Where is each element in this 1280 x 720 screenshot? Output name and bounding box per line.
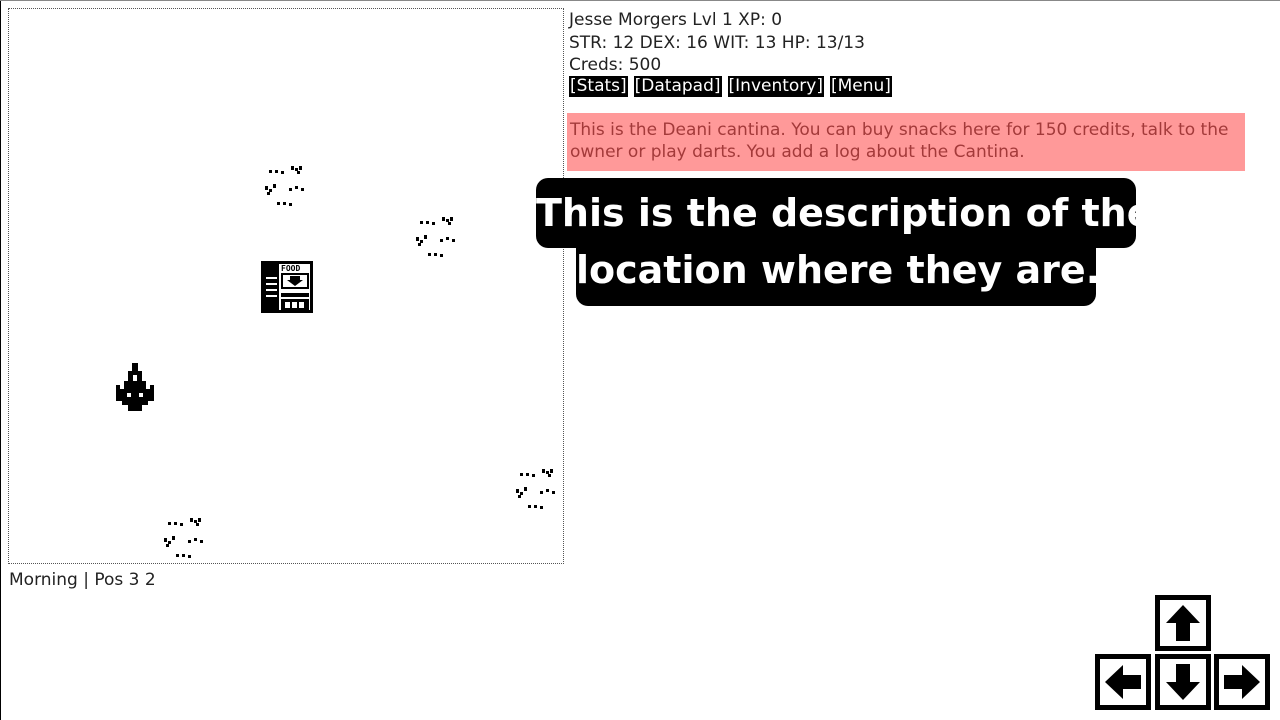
player-name-level: Jesse Morgers Lvl 1 XP: 0 [569,10,783,30]
player-attributes: STR: 12 DEX: 16 WIT: 13 HP: 13/13 [569,32,865,53]
inventory-button[interactable]: [Inventory] [727,76,824,97]
location-description: This is the Deani cantina. You can buy s… [567,113,1245,171]
move-up-button[interactable] [1155,595,1211,651]
window-top-border [0,0,1280,1]
arrow-right-icon [1224,665,1260,699]
tutorial-caption: This is the description of the location … [536,178,1152,306]
datapad-button[interactable]: [Datapad] [633,76,722,97]
stats-button[interactable]: [Stats] [569,76,628,97]
move-left-button[interactable] [1095,654,1151,710]
arrow-up-icon [1166,605,1200,641]
player-stats-panel: Jesse Morgers Lvl 1 XP: 0 STR: 12 DEX: 1… [569,9,865,77]
grass-tuft-icon [164,518,203,558]
caption-line-2: location where they are. [576,234,1100,306]
grass-tuft-icon [516,469,555,509]
main-menu: [Stats] [Datapad] [Inventory] [Menu] [569,76,892,97]
game-map[interactable]: FOOD [8,8,564,564]
menu-button[interactable]: [Menu] [830,76,892,97]
grass-tuft-icon [416,217,455,257]
window-left-border [0,0,1,720]
cantina-building-icon[interactable]: FOOD [261,261,313,313]
time-position-status: Morning | Pos 3 2 [9,570,156,590]
arrow-down-icon [1166,664,1200,700]
move-down-button[interactable] [1155,654,1211,710]
move-right-button[interactable] [1214,654,1270,710]
building-sign: FOOD [281,264,300,273]
ship-icon[interactable] [115,361,155,411]
grass-tuft-icon [265,166,304,206]
arrow-left-icon [1105,665,1141,699]
player-credits: Creds: 500 [569,55,662,75]
